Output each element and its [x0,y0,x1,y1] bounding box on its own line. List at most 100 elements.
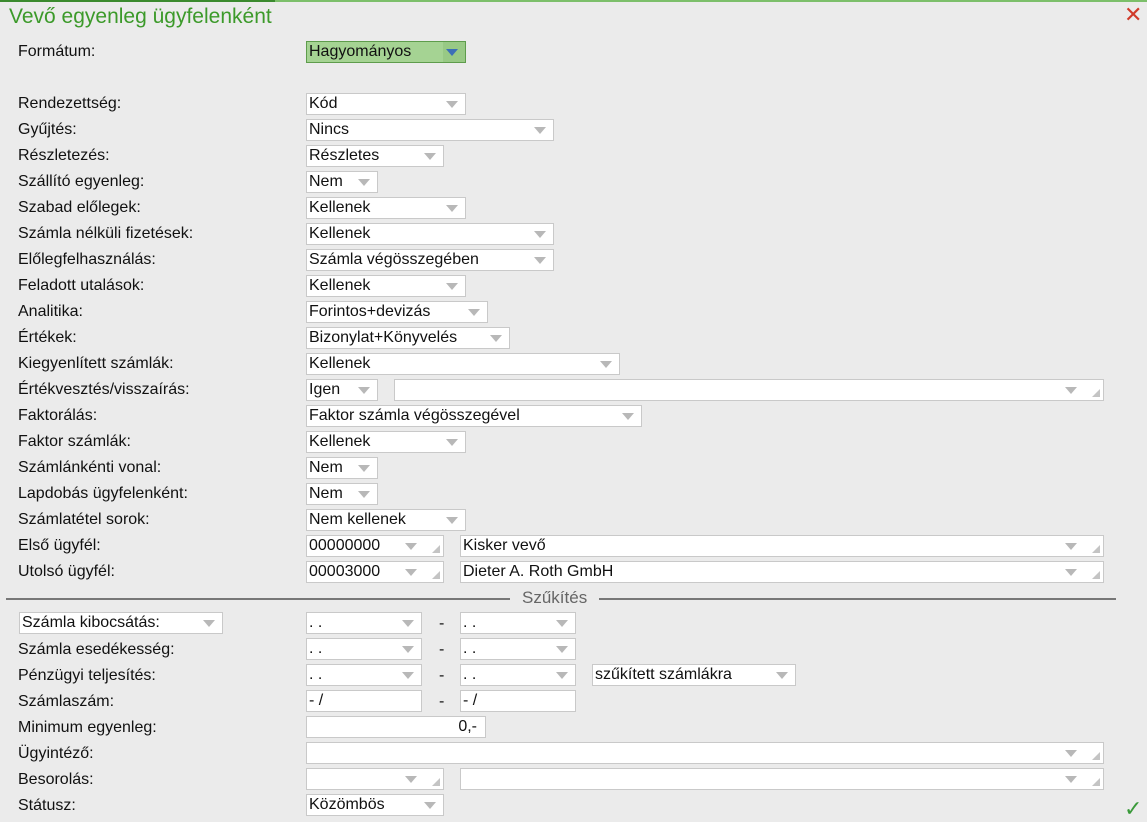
chevron-down-icon [534,127,546,134]
window-title: Vevő egyenleg ügyfelenként [9,5,272,28]
option-select[interactable]: Faktor számla végösszegével [306,405,642,427]
close-icon[interactable]: ✕ [1124,4,1142,26]
invoice-due-to[interactable]: . . [460,638,576,660]
option-select[interactable]: Nem [306,171,378,193]
customer-name-select[interactable]: Kisker vevő [460,535,1104,557]
option-select-value: Kellenek [309,355,371,372]
fin-completion-scope-select[interactable]: szűkített számlákra [592,664,796,686]
option-select-value: Nem [309,173,343,190]
chevron-down-icon [1065,387,1077,394]
chevron-down-icon [405,543,417,550]
chevron-down-icon [556,646,568,653]
classification-code-select[interactable] [306,768,444,790]
row-label: Szállító egyenleg: [18,173,145,190]
invoice-no-value: - / [463,692,478,709]
option-select[interactable]: Kellenek [306,353,620,375]
option-select[interactable]: Igen [306,379,378,401]
invoice-no-from[interactable]: - / [306,690,422,712]
row-label: Lapdobás ügyfelenként: [18,485,188,502]
option-select-value: Nem [309,459,343,476]
invoice-due-from[interactable]: . . [306,638,422,660]
row-label: Értékvesztés/visszaírás: [18,381,190,398]
chevron-down-icon [556,620,568,627]
option-select[interactable]: Nem kellenek [306,509,466,531]
date-value: . . [309,640,323,657]
chevron-down-icon [358,179,370,186]
impairment-detail-select[interactable] [394,379,1104,401]
resize-grip-icon [432,778,440,786]
chevron-down-icon [358,387,370,394]
chevron-down-icon [556,672,568,679]
status-select[interactable]: Közömbös [306,794,444,816]
option-select[interactable]: Kellenek [306,197,466,219]
fin-completion-from[interactable]: . . [306,664,422,686]
option-select[interactable]: Részletes [306,145,444,167]
date-value: . . [463,614,477,631]
resize-grip-icon [432,571,440,579]
option-select[interactable]: Kód [306,93,466,115]
row-label: Kiegyenlített számlák: [18,355,174,372]
chevron-down-icon [622,413,634,420]
option-select[interactable]: Nincs [306,119,554,141]
format-select[interactable]: Hagyományos [306,41,466,63]
option-select-value: Kellenek [309,199,371,216]
chevron-down-icon [446,205,458,212]
option-select[interactable]: Bizonylat+Könyvelés [306,327,510,349]
invoice-date-type-select[interactable]: Számla kibocsátás: [19,612,223,634]
row-label: Előlegfelhasználás: [18,251,156,268]
fin-completion-to[interactable]: . . [460,664,576,686]
invoice-issue-to[interactable]: . . [460,612,576,634]
option-select[interactable]: Kellenek [306,223,554,245]
chevron-down-icon [490,335,502,342]
customer-code-select[interactable]: 00000000 [306,535,444,557]
customer-name-select[interactable]: Dieter A. Roth GmbH [460,561,1104,583]
resize-grip-icon [1092,545,1100,553]
row-label: Feladott utalások: [18,277,145,294]
option-select-value: Számla végösszegében [309,251,479,268]
row-label: Faktor számlák: [18,433,131,450]
invoice-no-value: - / [309,692,324,709]
date-value: . . [463,640,477,657]
row-label: Számlatétel sorok: [18,511,150,528]
range-dash: - [439,615,445,632]
option-select[interactable]: Kellenek [306,275,466,297]
ok-check-icon[interactable]: ✓ [1124,796,1142,822]
row-label: Gyűjtés: [18,121,77,138]
option-select[interactable]: Számla végösszegében [306,249,554,271]
format-label: Formátum: [18,43,96,60]
chevron-down-icon [203,620,215,627]
date-value: . . [463,666,477,683]
resize-grip-icon [1092,752,1100,760]
customer-name-select-value: Kisker vevő [463,537,546,554]
row-label: Rendezettség: [18,95,122,112]
chevron-down-icon [776,672,788,679]
option-select[interactable]: Nem [306,457,378,479]
chevron-down-icon [358,465,370,472]
option-select[interactable]: Nem [306,483,378,505]
invoice-no-to[interactable]: - / [460,690,576,712]
resize-grip-icon [432,545,440,553]
row-label: Értékek: [18,329,77,346]
customer-code-select-value: 00003000 [309,563,381,580]
resize-grip-icon [1092,571,1100,579]
chevron-down-icon [405,776,417,783]
option-select-value: Faktor számla végösszegével [309,407,520,424]
agent-select[interactable] [306,742,1104,764]
invoice-due-label: Számla esedékesség: [18,641,175,658]
customer-code-select[interactable]: 00003000 [306,561,444,583]
invoice-issue-from[interactable]: . . [306,612,422,634]
row-label: Részletezés: [18,147,110,164]
chevron-down-icon [402,646,414,653]
option-select[interactable]: Kellenek [306,431,466,453]
invoice-date-type-value: Számla kibocsátás: [22,614,160,631]
option-select[interactable]: Forintos+devizás [306,301,488,323]
chevron-down-icon [424,153,436,160]
format-value: Hagyományos [309,43,412,60]
row-label: Számlánkénti vonal: [18,459,162,476]
min-balance-input[interactable]: 0,- [306,716,486,738]
row-label: Faktorálás: [18,407,98,424]
option-select-value: Kellenek [309,433,371,450]
option-select-value: Forintos+devizás [309,303,431,320]
classification-name-select[interactable] [460,768,1104,790]
chevron-down-icon [1065,569,1077,576]
